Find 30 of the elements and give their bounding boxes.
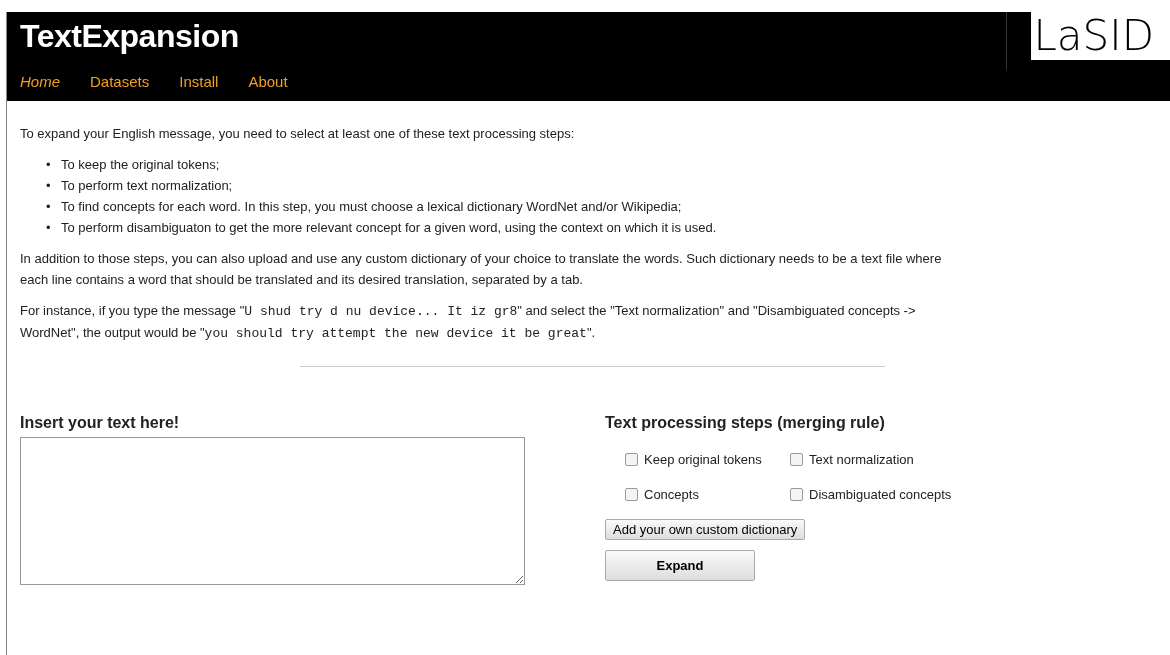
bullet: • (46, 198, 52, 216)
bullet: • (46, 219, 52, 237)
dictionary-note: In addition to those steps, you can also upload and use any custom dictionary of your choice to translate the words. Such dictionary needs to be a text file where each line contains a word that should be translated and its desired translation, separated by a tab. (20, 250, 943, 289)
intro-text: To expand your English message, you need to select at least one of these text processing steps: (20, 125, 576, 143)
expand-button[interactable]: Expand (605, 550, 755, 581)
checkbox-label: Concepts (644, 486, 699, 504)
checkbox[interactable] (625, 488, 638, 501)
step-item: To find concepts for each word. In this step, you must choose a lexical dictionary WordNet and/or Wikipedia; (61, 198, 682, 216)
checkbox[interactable] (625, 453, 638, 466)
step-item: To perform disambiguaton to get the more relevant concept for a given word, using the context on which it is used. (61, 219, 717, 237)
checkbox-label: Disambiguated concepts (809, 486, 952, 504)
checkbox-label: Keep original tokens (644, 451, 762, 469)
bullet: • (46, 177, 52, 195)
checkbox[interactable] (790, 453, 803, 466)
checkbox-label: Text normalization (809, 451, 914, 469)
nav-link[interactable]: About (248, 73, 288, 90)
nav-link[interactable]: Install (179, 73, 219, 90)
site-title: TextExpansion (20, 18, 240, 55)
nav-link[interactable]: Datasets (90, 73, 150, 90)
text-input[interactable] (20, 437, 525, 585)
checkbox[interactable] (790, 488, 803, 501)
custom-dictionary-button[interactable]: Add your own custom dictionary (605, 519, 806, 540)
step-item: To keep the original tokens; (61, 156, 220, 174)
options-heading: Text processing steps (merging rule) (605, 413, 886, 433)
input-heading: Insert your text here! (20, 413, 181, 433)
bullet: • (46, 156, 52, 174)
nav-link[interactable]: Home (20, 73, 60, 90)
step-item: To perform text normalization; (61, 177, 233, 195)
example-text: For instance, if you type the message "U shud try d nu device... It iz gr8" and select the "Text normalization" and "Disambiguated concepts -> WordNet", the output would be "you should try attempt the new device it be great". (20, 302, 917, 343)
logo: LaSID (1031, 12, 1170, 60)
